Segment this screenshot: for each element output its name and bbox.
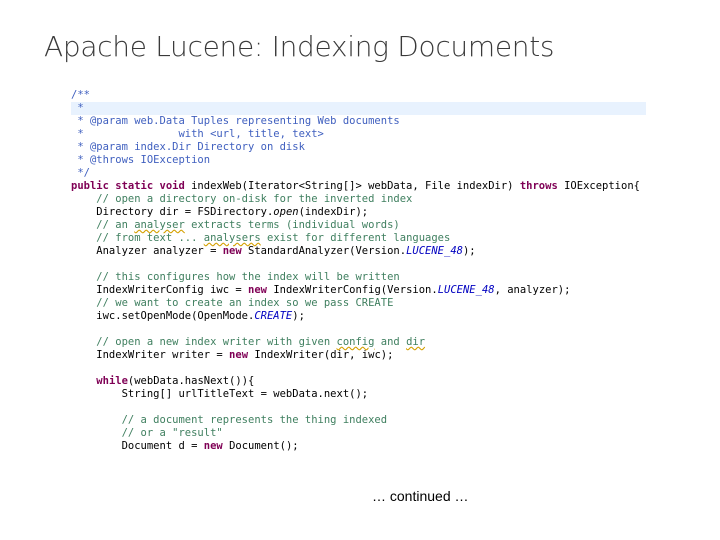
code-token: CREATE [254, 310, 293, 322]
code-line: * @throws IOException [71, 154, 646, 167]
code-token: LUCENE_48 [437, 284, 495, 296]
code-line: * @param web.Data Tuples representing We… [71, 115, 646, 128]
code-token: * @throws IOException [71, 154, 211, 166]
code-token: // a document represents the thing index… [71, 414, 388, 426]
code-token: LUCENE_48 [406, 245, 463, 257]
code-token: while [96, 375, 128, 387]
code-token: /** [71, 89, 90, 101]
code-token: , analyzer); [494, 284, 571, 296]
code-token: extracts terms (individual words) [184, 219, 400, 231]
code-line: // we want to create an index so we pass… [71, 297, 646, 310]
code-token: // open a new index writer with given [71, 336, 337, 348]
code-token: // we want to create an index so we pass… [71, 297, 394, 309]
code-line: * @param index.Dir Directory on disk [71, 141, 646, 154]
code-line: Directory dir = FSDirectory.open(indexDi… [71, 206, 646, 219]
code-token: iwc.setOpenMode(OpenMode. [71, 310, 255, 322]
code-token: analysers [203, 232, 261, 244]
code-token: */ [71, 167, 90, 179]
code-line: /** [71, 89, 646, 102]
code-token: ); [462, 245, 476, 257]
code-line: * [71, 102, 646, 115]
code-token: IOException{ [564, 180, 640, 192]
code-line: // open a new index writer with given co… [71, 336, 646, 349]
code-line: IndexWriter writer = new IndexWriter(dir… [71, 349, 646, 362]
code-token: * with <url, title, text> [71, 128, 324, 140]
code-line: // or a "result" [71, 427, 646, 440]
code-line: Document d = new Document(); [71, 440, 646, 453]
code-line: Analyzer analyzer = new StandardAnalyzer… [71, 245, 646, 258]
code-line: iwc.setOpenMode(OpenMode.CREATE); [71, 310, 646, 323]
code-token: IndexWriter writer = [71, 349, 230, 361]
code-token: IndexWriterConfig(Version. [273, 284, 438, 296]
code-token: indexWeb(Iterator<String[]> webData, Fil… [191, 180, 520, 192]
code-token: // an [71, 219, 135, 231]
code-token: analyser [134, 219, 185, 231]
code-token: new [203, 440, 230, 452]
code-line: * with <url, title, text> [71, 128, 646, 141]
code-token: * [71, 102, 84, 114]
code-token: exist for different languages [260, 232, 451, 244]
code-editor[interactable]: /** * * @param web.Data Tuples represent… [71, 89, 646, 461]
code-line: while(webData.hasNext()){ [71, 375, 646, 388]
code-token: Directory dir = FSDirectory. [71, 206, 274, 218]
code-token: // from text ... [71, 232, 204, 244]
code-token: (webData.hasNext()){ [127, 375, 255, 387]
code-token: StandardAnalyzer(Version. [248, 245, 407, 257]
code-token: String[] urlTitleText = webData.next(); [71, 388, 369, 400]
code-line: */ [71, 167, 646, 180]
code-token: public static void [71, 180, 192, 192]
code-token: // open a directory on-disk for the inve… [71, 193, 413, 205]
code-line: String[] urlTitleText = webData.next(); [71, 388, 646, 401]
slide-title: Apache Lucene: Indexing Documents [44, 30, 555, 63]
code-line: // an analyser extracts terms (individua… [71, 219, 646, 232]
code-token: * @param web.Data Tuples representing We… [71, 115, 400, 127]
code-token: new [222, 245, 249, 257]
code-token: config [336, 336, 375, 348]
code-line: // a document represents the thing index… [71, 414, 646, 427]
code-token: * @param index.Dir Directory on disk [71, 141, 305, 153]
code-token: dir [406, 336, 426, 348]
code-token: IndexWriter(dir, iwc); [254, 349, 394, 361]
code-line: // open a directory on-disk for the inve… [71, 193, 646, 206]
code-line: IndexWriterConfig iwc = new IndexWriterC… [71, 284, 646, 297]
code-token: new [229, 349, 255, 361]
code-token: // this configures how the index will be… [71, 271, 400, 283]
code-token: ); [292, 310, 305, 322]
code-token: new [248, 284, 274, 296]
code-line: // from text ... analysers exist for dif… [71, 232, 646, 245]
code-token: open [273, 206, 299, 218]
code-token: and [374, 336, 407, 348]
code-line: // this configures how the index will be… [71, 271, 646, 284]
code-token: (indexDir); [298, 206, 369, 218]
code-token: Document(); [229, 440, 299, 452]
continued-note: … continued … [372, 488, 469, 504]
code-token: IndexWriterConfig iwc = [71, 284, 249, 296]
code-token: throws [519, 180, 565, 192]
code-token: Document d = [71, 440, 204, 452]
code-token: Analyzer analyzer = [71, 245, 223, 257]
code-token: // or a "result" [71, 427, 223, 439]
code-line: public static void indexWeb(Iterator<Str… [71, 180, 646, 193]
